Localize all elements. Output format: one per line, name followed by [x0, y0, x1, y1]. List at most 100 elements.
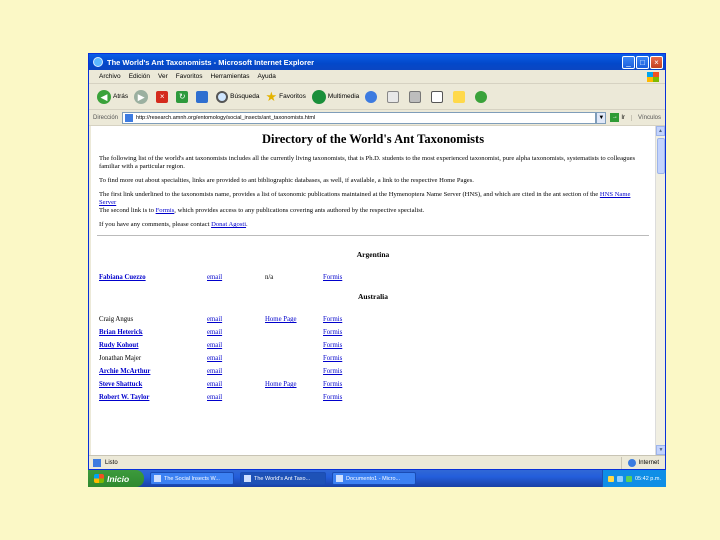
- vertical-scrollbar[interactable]: ▲ ▼: [655, 126, 665, 455]
- edit-button[interactable]: [431, 90, 447, 103]
- start-label: Inicio: [107, 473, 130, 484]
- media-button[interactable]: Multimedia: [311, 89, 360, 104]
- page-icon: [93, 458, 101, 467]
- history-button[interactable]: [365, 90, 381, 103]
- favorites-button[interactable]: ★ Favoritos: [265, 90, 305, 103]
- search-button[interactable]: Búsqueda: [216, 90, 260, 103]
- menu-favoritos[interactable]: Favoritos: [176, 73, 203, 80]
- taskbar-item-social-insects[interactable]: The Social Insects W...: [150, 472, 234, 485]
- email-link[interactable]: email: [207, 381, 222, 388]
- forward-button[interactable]: ▶: [134, 89, 150, 104]
- ie-icon: [244, 475, 251, 482]
- stop-button[interactable]: ×: [156, 90, 170, 103]
- taxonomist-name-link[interactable]: Robert W. Taylor: [99, 394, 149, 401]
- contact-text: If you have any comments, please contact: [99, 221, 210, 228]
- go-button[interactable]: → Ir: [610, 113, 625, 122]
- email-link[interactable]: email: [207, 368, 222, 375]
- print-button[interactable]: [409, 90, 425, 103]
- mail-button[interactable]: [387, 90, 403, 103]
- scroll-down-button[interactable]: ▼: [656, 445, 665, 455]
- home-icon: [196, 90, 209, 103]
- formis-link[interactable]: Formis: [323, 329, 342, 336]
- zone-label: Internet: [638, 459, 659, 466]
- links-button[interactable]: Vínculos: [630, 114, 661, 121]
- taxonomist-table: Fabiana Cuezzo email n/a Formis: [91, 271, 655, 284]
- email-link[interactable]: email: [207, 316, 222, 323]
- formis-link[interactable]: Formis: [323, 394, 342, 401]
- history-icon: [365, 90, 378, 103]
- formis-link[interactable]: Formis: [323, 316, 342, 323]
- intro3-text-b: The second link is to: [99, 207, 154, 214]
- tray-icon[interactable]: [626, 475, 632, 482]
- address-input[interactable]: http://research.amnh.org/entomology/soci…: [122, 111, 597, 124]
- formis-link[interactable]: Formis: [323, 274, 342, 281]
- email-link[interactable]: email: [207, 274, 222, 281]
- ie-icon: [154, 475, 161, 482]
- contact-paragraph: If you have any comments, please contact…: [99, 221, 647, 229]
- task-label: The World's Ant Taxo...: [254, 475, 311, 482]
- formis-link[interactable]: Formis: [323, 355, 342, 362]
- scroll-up-button[interactable]: ▲: [656, 126, 665, 136]
- menu-herramientas[interactable]: Herramientas: [211, 73, 250, 80]
- taxonomist-name: Craig Angus: [99, 316, 134, 323]
- email-link[interactable]: email: [207, 355, 222, 362]
- favorites-label: Favoritos: [279, 93, 306, 100]
- star-icon: ★: [265, 89, 278, 104]
- taxonomist-name: Jonathan Majer: [99, 355, 142, 362]
- intro3-text-a: The first link underlined to the taxonom…: [99, 191, 599, 198]
- page-title: Directory of the World's Ant Taxonomists: [261, 132, 485, 146]
- ie-logo-icon: [93, 57, 103, 67]
- formis-link[interactable]: Formis: [323, 381, 342, 388]
- intro-paragraph-1: The following list of the world's ant ta…: [99, 155, 636, 170]
- title-bar[interactable]: The World's Ant Taxonomists - Microsoft …: [89, 54, 665, 70]
- back-button[interactable]: ◀ Atrás: [97, 89, 128, 104]
- zone-indicator: Internet: [620, 456, 665, 469]
- refresh-button[interactable]: ↻: [176, 90, 190, 103]
- taskbar-item-ant-taxonomists[interactable]: The World's Ant Taxo...: [240, 472, 326, 485]
- formis-link[interactable]: Formis: [156, 207, 175, 214]
- menu-ayuda[interactable]: Ayuda: [258, 73, 276, 80]
- clock[interactable]: 05:42 p.m.: [635, 476, 661, 482]
- word-icon: [336, 475, 343, 482]
- email-link[interactable]: email: [207, 394, 222, 401]
- taskbar-item-documento1[interactable]: Documento1 - Micro...: [332, 472, 416, 485]
- media-label: Multimedia: [327, 93, 360, 100]
- intro-paragraph-3: The first link underlined to the taxonom…: [99, 191, 647, 215]
- globe-icon: [627, 458, 636, 467]
- status-bar: Listo Internet: [89, 455, 665, 469]
- taxonomist-name-link[interactable]: Archie McArthur: [99, 368, 150, 375]
- home-page-link[interactable]: Home Page: [265, 381, 297, 388]
- scroll-thumb[interactable]: [657, 138, 665, 174]
- formis-link[interactable]: Formis: [323, 342, 342, 349]
- email-link[interactable]: email: [207, 329, 222, 336]
- maximize-button[interactable]: □: [636, 55, 649, 69]
- donat-agosti-link[interactable]: Donat Agosti: [211, 221, 246, 228]
- minimize-button[interactable]: _: [622, 55, 635, 69]
- taxonomist-name-link[interactable]: Steve Shattuck: [99, 381, 142, 388]
- table-row: Steve Shattuck email Home Page Formis: [91, 378, 655, 391]
- menu-edicion[interactable]: Edición: [129, 73, 150, 80]
- home-page-link[interactable]: Home Page: [265, 316, 297, 323]
- menu-archivo[interactable]: Archivo: [99, 73, 121, 80]
- address-dropdown-button[interactable]: ▼: [596, 111, 607, 124]
- messenger-icon: [475, 90, 488, 103]
- search-label: Búsqueda: [230, 93, 260, 100]
- discuss-button[interactable]: [453, 90, 469, 103]
- taxonomist-name-link[interactable]: Brian Heterick: [99, 329, 143, 336]
- taxonomist-name-link[interactable]: Fabiana Cuezzo: [99, 274, 146, 281]
- contact-end: .: [246, 221, 248, 228]
- search-icon: [216, 90, 229, 103]
- tray-icon[interactable]: [617, 475, 623, 482]
- email-link[interactable]: email: [207, 342, 222, 349]
- messenger-button[interactable]: [475, 90, 491, 103]
- close-button[interactable]: ×: [650, 55, 663, 69]
- start-button[interactable]: Inicio: [88, 470, 144, 487]
- table-row: Archie McArthur email Formis: [91, 365, 655, 378]
- taxonomist-name-link[interactable]: Rudy Kohout: [99, 342, 138, 349]
- tray-icon[interactable]: [608, 475, 614, 482]
- task-label: Documento1 - Micro...: [346, 475, 401, 482]
- home-button[interactable]: [196, 90, 210, 103]
- formis-link[interactable]: Formis: [323, 368, 342, 375]
- menu-ver[interactable]: Ver: [158, 73, 168, 80]
- table-row: Jonathan Majer email Formis: [91, 352, 655, 365]
